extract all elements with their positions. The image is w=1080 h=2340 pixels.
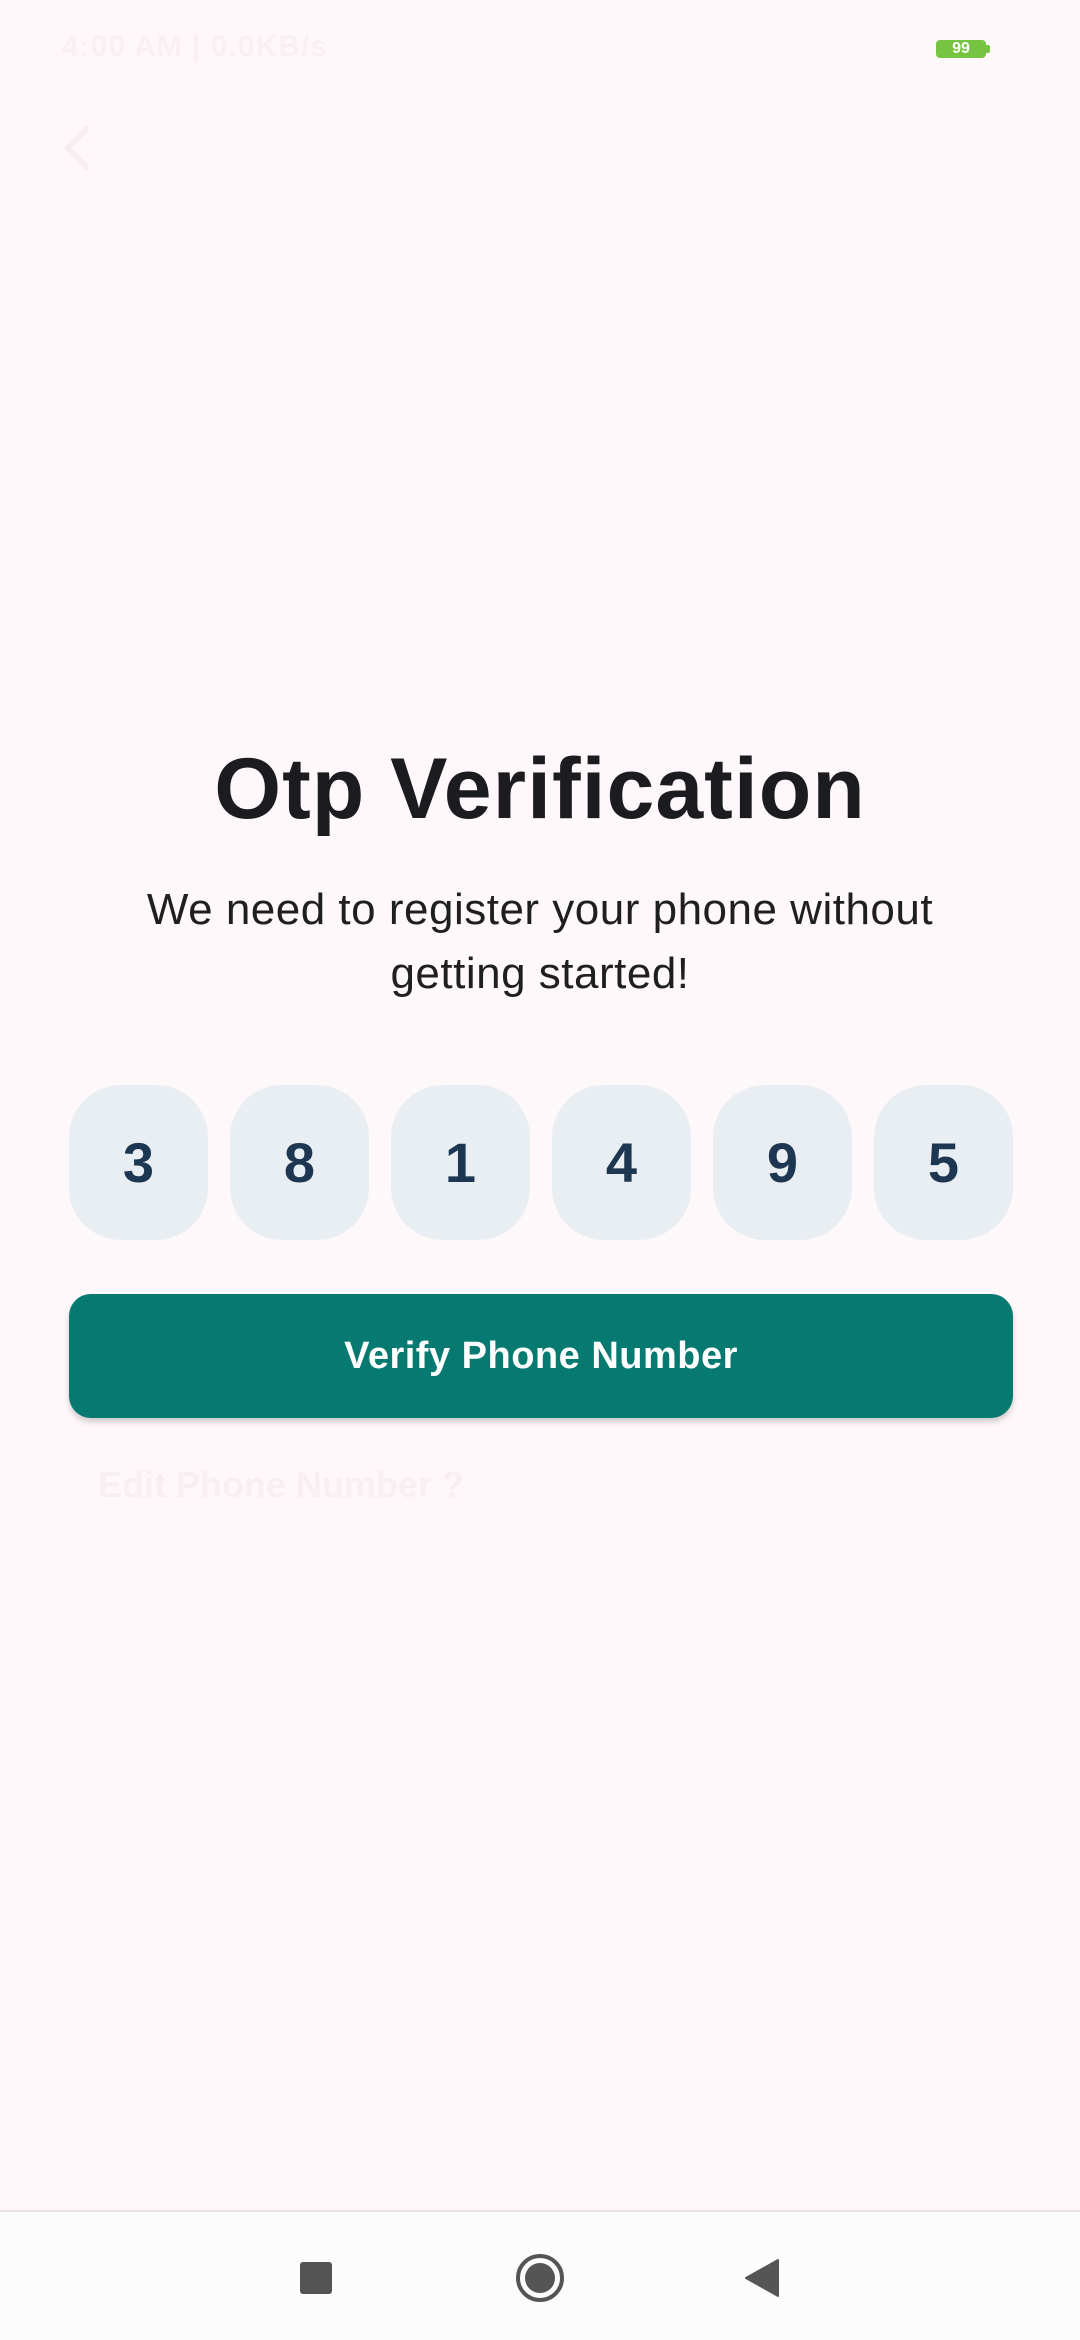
battery-icon: 99: [936, 40, 986, 58]
verify-phone-button-label: Verify Phone Number: [344, 1334, 738, 1377]
nav-back-button[interactable]: [742, 2256, 782, 2300]
battery-tip: [986, 45, 990, 53]
edit-phone-number-link[interactable]: Edit Phone Number ?: [98, 1464, 464, 1506]
otp-digit-field-5[interactable]: 9: [713, 1085, 852, 1240]
page-subtitle: We need to register your phone without g…: [146, 885, 934, 998]
otp-screen: 4:00 AM | 0.0KB/s 99 Otp Verification We…: [0, 0, 1080, 2340]
triangle-back-icon: [745, 2259, 779, 2297]
otp-digit-field-4[interactable]: 4: [552, 1085, 691, 1240]
home-button[interactable]: [514, 2252, 566, 2304]
otp-digit-field-3[interactable]: 1: [391, 1085, 530, 1240]
otp-digit-field-2[interactable]: 8: [230, 1085, 369, 1240]
circle-icon: [516, 2254, 564, 2302]
otp-digit-field-1[interactable]: 3: [69, 1085, 208, 1240]
verify-phone-button[interactable]: Verify Phone Number: [69, 1294, 1013, 1418]
recents-button[interactable]: [300, 2262, 332, 2294]
arrow-back-icon: [64, 126, 89, 170]
otp-digit-field-6[interactable]: 5: [874, 1085, 1013, 1240]
otp-input-row: 3 8 1 4 9 5: [69, 1085, 1013, 1240]
status-bar: 4:00 AM | 0.0KB/s 99: [0, 0, 1080, 96]
page-title: Otp Verification: [214, 741, 866, 837]
status-time: 4:00 AM | 0.0KB/s: [62, 30, 329, 63]
back-button[interactable]: [50, 120, 106, 176]
